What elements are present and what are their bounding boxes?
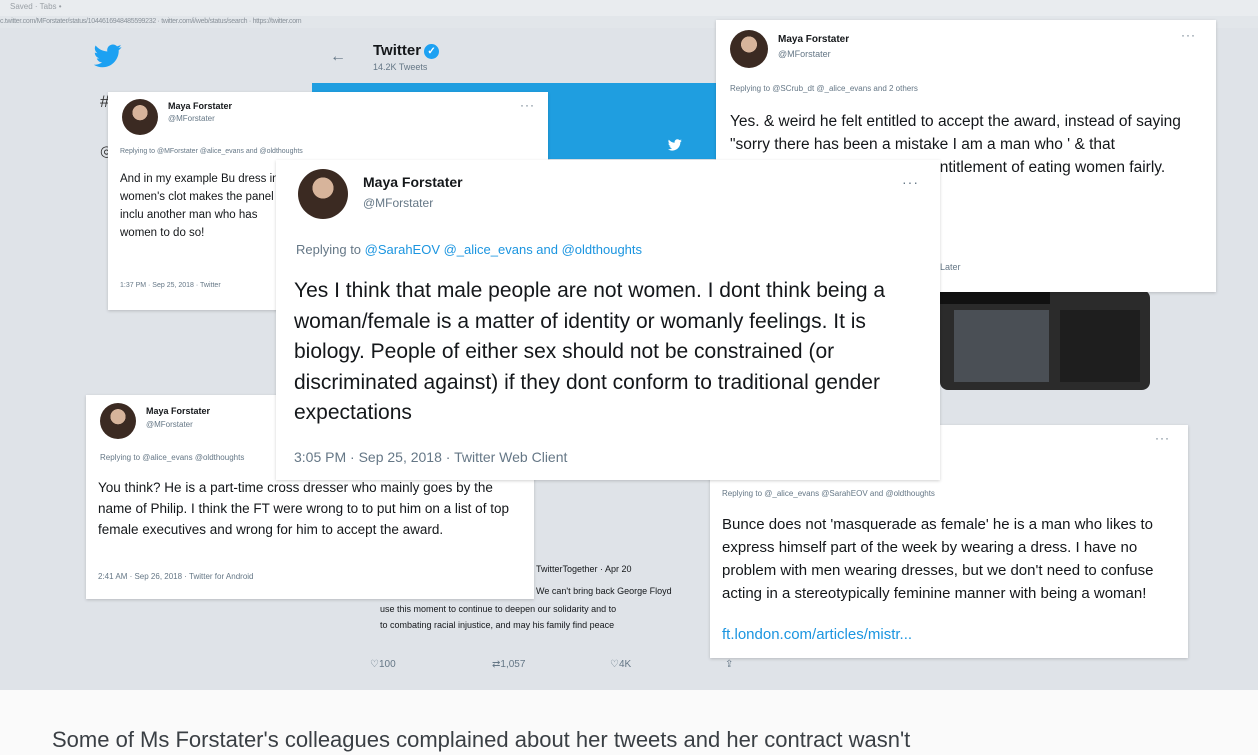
- background-tweet-line: We can't bring back George Floyd: [536, 586, 672, 596]
- like-count: 4K: [618, 659, 632, 670]
- avatar[interactable]: [730, 30, 768, 68]
- avatar[interactable]: [100, 403, 136, 439]
- tweet-author-name[interactable]: Maya Forstater: [168, 101, 232, 111]
- tweet-meta: Later: [940, 262, 961, 272]
- browser-tab-bar: Saved · Tabs •: [0, 0, 1258, 16]
- background-tweet-line: to combating racial injustice, and may h…: [380, 620, 615, 630]
- retweet-count: 1,057: [500, 659, 526, 670]
- background-tweet-header: TwitterTogether · Apr 20: [536, 564, 632, 574]
- tweet-card-main[interactable]: Maya Forstater @MForstater ··· Replying …: [276, 160, 940, 480]
- banner-bird-icon: [668, 139, 682, 151]
- tweet-timestamp[interactable]: 3:05 PM · Sep 25, 2018 · Twitter Web Cli…: [294, 449, 567, 465]
- thumbnail-top-bar: [940, 290, 1050, 304]
- profile-title: Twitter ✓: [373, 42, 440, 59]
- tweet-count: 14.2K Tweets: [373, 62, 428, 72]
- tweet-timestamp[interactable]: 1:37 PM · Sep 25, 2018 · Twitter: [120, 282, 221, 289]
- screenshot-photo: Saved · Tabs • c.twitter.com/MForstater/…: [0, 0, 1258, 690]
- background-tweet-line: use this moment to continue to deepen ou…: [380, 604, 617, 614]
- thumbnail-screen-right: [1060, 310, 1140, 382]
- tweet-author-handle[interactable]: @MForstater: [168, 114, 215, 123]
- reply-count: 100: [378, 659, 396, 670]
- more-options-icon[interactable]: ···: [520, 98, 535, 112]
- avatar[interactable]: [122, 99, 158, 135]
- tweet-replying-to: Replying to @alice_evans @oldthoughts: [100, 453, 245, 462]
- verified-badge-icon: ✓: [424, 43, 440, 59]
- tweet-text: Bunce does not 'masquerade as female' he…: [722, 516, 1154, 602]
- tweet-text: You think? He is a part-time cross dress…: [98, 480, 509, 537]
- tweet-replying-to: Replying to @SarahEOV @_alice_evans and …: [296, 242, 643, 257]
- thumbnail-screen-left: [954, 310, 1049, 382]
- tweet-text: And in my example Bu dress in women's cl…: [120, 173, 279, 239]
- tweet-replying-to: Replying to @SCrub_dt @_alice_evans and …: [730, 84, 918, 93]
- tweet-author-name[interactable]: Maya Forstater: [778, 34, 849, 45]
- tweet-author-handle[interactable]: @MForstater: [363, 196, 433, 210]
- back-arrow-icon[interactable]: ←: [330, 48, 346, 66]
- share-icon[interactable]: ⇪: [725, 659, 733, 670]
- retweet-action[interactable]: ⇄ 1,057: [492, 659, 525, 670]
- tweet-author-name[interactable]: Maya Forstater: [146, 406, 210, 416]
- more-options-icon[interactable]: ···: [902, 174, 919, 190]
- tweet-author-name[interactable]: Maya Forstater: [363, 174, 463, 190]
- video-thumbnail[interactable]: [940, 290, 1150, 390]
- more-options-icon[interactable]: ···: [1155, 431, 1170, 445]
- avatar[interactable]: [298, 169, 348, 219]
- reply-action[interactable]: ♡ 100: [370, 659, 396, 670]
- twitter-profile-header: ← Twitter ✓ 14.2K Tweets: [330, 40, 550, 80]
- tweet-replying-to: Replying to @_alice_evans @SarahEOV and …: [722, 489, 935, 498]
- twitter-bird-icon[interactable]: [94, 44, 122, 68]
- tweet-author-handle[interactable]: @MForstater: [778, 49, 831, 59]
- tweet-replying-to: Replying to @MForstater @alice_evans and…: [120, 148, 303, 155]
- browser-tab-text[interactable]: Saved · Tabs •: [10, 2, 62, 11]
- tweet-action-bar: ♡ 100 ⇄ 1,057 ♡ 4K ⇪: [370, 659, 750, 675]
- browser-url-text: c.twitter.com/MForstater/status/10446169…: [0, 18, 302, 25]
- tweet-timestamp[interactable]: 2:41 AM · Sep 26, 2018 · Twitter for And…: [98, 572, 254, 581]
- tweet-text: Yes I think that male people are not wom…: [294, 279, 886, 424]
- article-caption: Some of Ms Forstater's colleagues compla…: [52, 727, 911, 752]
- replying-to-handles[interactable]: @SarahEOV @_alice_evans and @oldthoughts: [365, 242, 642, 257]
- tweet-author-handle[interactable]: @MForstater: [146, 420, 193, 429]
- like-action[interactable]: ♡ 4K: [610, 659, 631, 670]
- more-options-icon[interactable]: ···: [1181, 28, 1196, 42]
- tweet-link[interactable]: ft.london.com/articles/mistr...: [722, 626, 912, 643]
